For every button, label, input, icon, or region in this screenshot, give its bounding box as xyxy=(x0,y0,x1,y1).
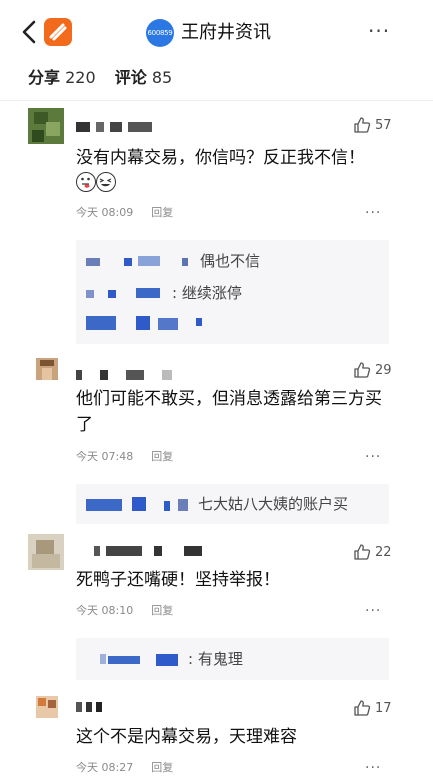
username-blurred[interactable] xyxy=(76,122,156,132)
comment-text: 没有内幕交易，你信吗？反正我不信！ xyxy=(76,148,365,168)
user-avatar[interactable] xyxy=(28,534,64,570)
reply-text: 偶也不信 xyxy=(200,252,261,270)
like-count: 29 xyxy=(375,363,392,378)
thumbs-up-icon xyxy=(354,362,371,378)
like-count: 22 xyxy=(375,545,392,560)
thumbs-up-icon xyxy=(354,700,371,716)
like-button[interactable]: 57 xyxy=(353,115,413,137)
comment-text: 他们可能不敢买，但消息透露给第三方买了 xyxy=(76,389,382,435)
back-chevron-icon[interactable] xyxy=(18,19,40,45)
comment-meta: 今天 07:48 回复 xyxy=(76,447,173,467)
channel-avatar[interactable]: 600859 xyxy=(146,19,174,47)
comment-time: 今天 07:48 xyxy=(76,450,134,463)
reply-text: 七大姑八大姨的账户买 xyxy=(198,495,349,513)
reply-item[interactable] xyxy=(86,312,376,334)
tongue-emoji-icon xyxy=(76,172,96,192)
app-logo-icon[interactable] xyxy=(44,18,72,46)
like-count: 57 xyxy=(375,118,392,133)
like-count: 17 xyxy=(375,701,392,716)
reply-list: : 有鬼理 xyxy=(76,638,389,680)
comment-more-icon[interactable]: ··· xyxy=(365,447,381,467)
comment-meta: 今天 08:09 回复 xyxy=(76,203,173,223)
like-button[interactable]: 22 xyxy=(353,542,413,564)
comment-time: 今天 08:10 xyxy=(76,604,134,617)
comment-text: 这个不是内幕交易，天理难容 xyxy=(76,727,297,747)
channel-title[interactable]: 王府井资讯 xyxy=(181,20,271,46)
comment-label[interactable]: 评论 xyxy=(115,68,147,87)
reply-item[interactable]: : 继续涨停 xyxy=(86,282,376,304)
reply-button[interactable]: 回复 xyxy=(151,761,173,774)
user-avatar[interactable] xyxy=(28,108,64,144)
comment-meta: 今天 08:27 回复 xyxy=(76,758,173,778)
user-avatar[interactable] xyxy=(36,358,58,380)
comment-count[interactable]: 85 xyxy=(152,68,172,87)
reply-button[interactable]: 回复 xyxy=(151,604,173,617)
post-stats: 分享 220 评论 85 xyxy=(28,66,186,90)
comment-text: 死鸭子还嘴硬！坚持举报！ xyxy=(76,570,280,590)
like-button[interactable]: 29 xyxy=(353,360,413,382)
username-blurred[interactable] xyxy=(94,546,204,556)
user-avatar[interactable] xyxy=(36,696,58,718)
reply-button[interactable]: 回复 xyxy=(151,450,173,463)
thumbs-up-icon xyxy=(354,544,371,560)
reply-button[interactable]: 回复 xyxy=(151,206,173,219)
comment-time: 今天 08:27 xyxy=(76,761,134,774)
divider xyxy=(0,100,433,101)
username-blurred[interactable] xyxy=(76,702,106,712)
comment-more-icon[interactable]: ··· xyxy=(365,203,381,223)
username-blurred[interactable] xyxy=(76,370,186,380)
reply-item[interactable]: 七大姑八大姨的账户买 xyxy=(86,493,376,515)
share-count[interactable]: 220 xyxy=(65,68,96,87)
reply-item[interactable]: 偶也不信 xyxy=(86,250,376,272)
comment-more-icon[interactable]: ··· xyxy=(365,758,381,778)
top-nav-bar: 600859 王府井资讯 ··· xyxy=(0,0,433,62)
laughing-emoji-icon xyxy=(96,172,116,192)
comment-meta: 今天 08:10 回复 xyxy=(76,601,173,621)
reply-text: : 有鬼理 xyxy=(188,650,243,668)
comment-more-icon[interactable]: ··· xyxy=(365,601,381,621)
like-button[interactable]: 17 xyxy=(353,698,413,720)
thumbs-up-icon xyxy=(354,117,371,133)
comment-time: 今天 08:09 xyxy=(76,206,134,219)
reply-list: 七大姑八大姨的账户买 xyxy=(76,484,389,524)
more-options-icon[interactable]: ··· xyxy=(368,18,390,44)
share-label[interactable]: 分享 xyxy=(28,68,60,87)
reply-item[interactable]: : 有鬼理 xyxy=(86,648,376,670)
reply-list: 偶也不信 : 继续涨停 xyxy=(76,240,389,344)
reply-text: : 继续涨停 xyxy=(172,284,242,302)
